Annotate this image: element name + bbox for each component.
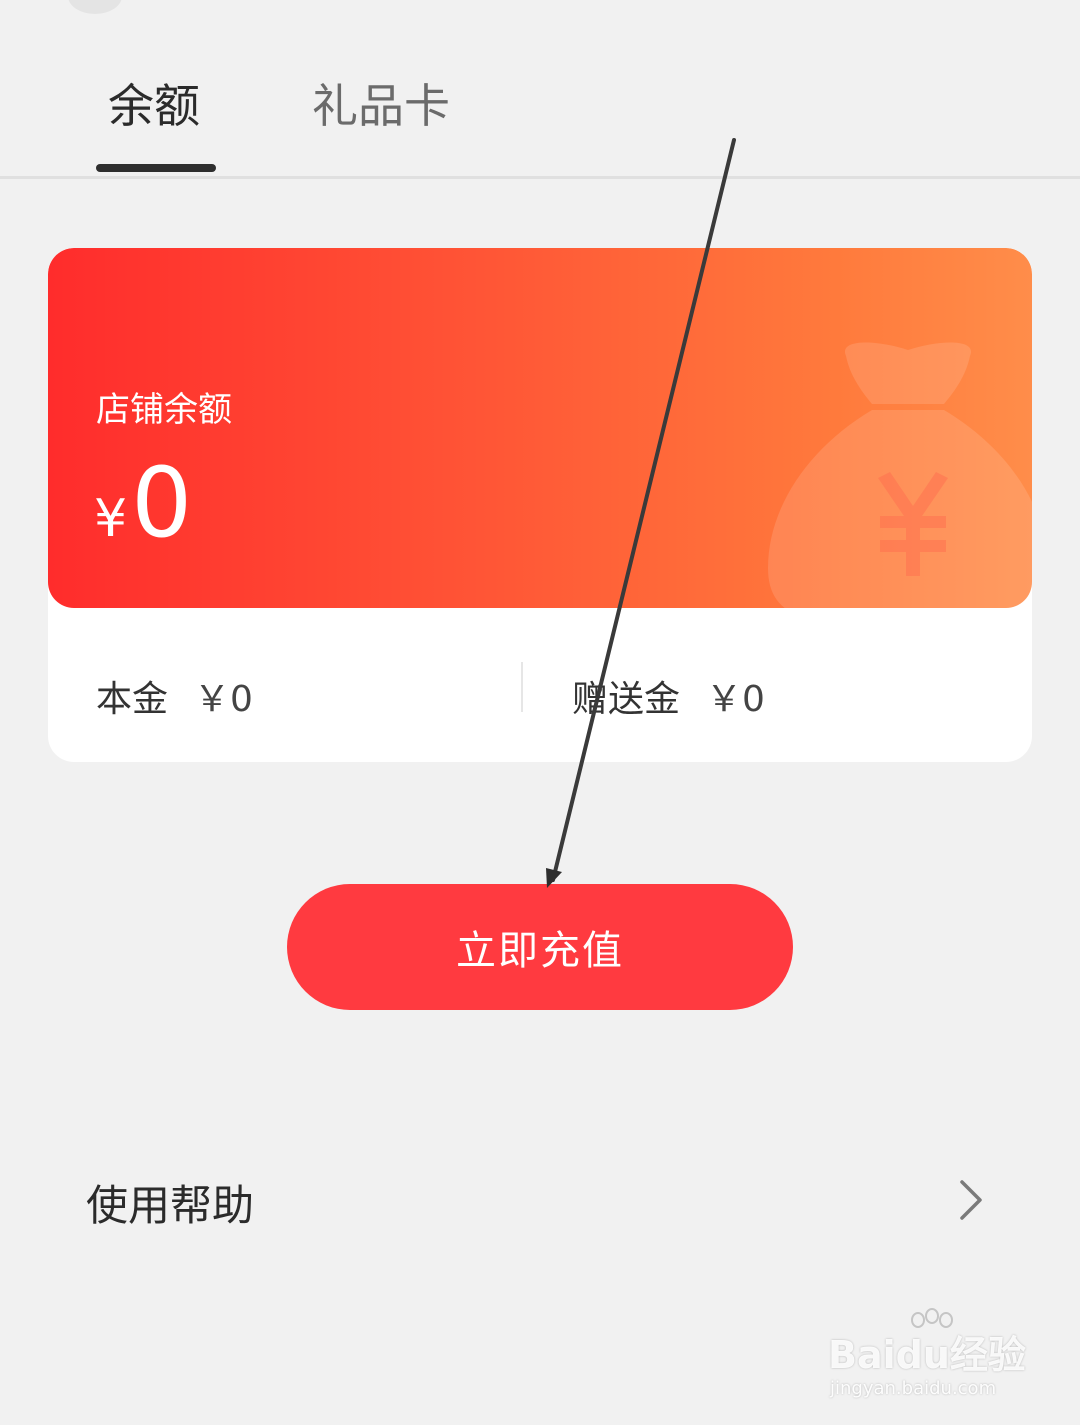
bonus-value: ￥0 (706, 679, 765, 720)
principal-label: 本金 (96, 679, 169, 720)
tab-bar: 余额 礼品卡 (0, 0, 1080, 179)
chevron-right-icon (960, 1180, 982, 1220)
bonus-label: 赠送金 (572, 679, 681, 720)
principal-stat: 本金 ￥0 (96, 670, 253, 722)
currency-symbol: ¥ (94, 489, 128, 549)
tab-gift-card[interactable]: 礼品卡 (312, 76, 450, 136)
help-label: 使用帮助 (86, 1181, 255, 1230)
store-balance-title: 店铺余额 (96, 390, 232, 430)
balance-card-header: 店铺余额 ¥0 (48, 248, 1032, 618)
help-row[interactable]: 使用帮助 (0, 1140, 1080, 1260)
balance-value: 0 (131, 447, 193, 559)
watermark-url: jingyan.baidu.com (830, 1378, 997, 1399)
principal-value: ￥0 (194, 679, 253, 720)
store-balance-amount: ¥0 (94, 448, 192, 558)
recharge-button[interactable]: 立即充值 (287, 884, 793, 1010)
stat-divider (521, 662, 523, 712)
bonus-stat: 赠送金 ￥0 (572, 670, 765, 722)
tab-balance[interactable]: 余额 (108, 76, 200, 136)
watermark-brand: Baidu经验 (828, 1333, 1026, 1377)
active-tab-indicator (96, 164, 216, 172)
balance-breakdown: 本金 ￥0 赠送金 ￥0 (48, 608, 1032, 762)
baidu-watermark: Baidu经验 jingyan.baidu.com (828, 1308, 1028, 1404)
money-bag-icon (768, 342, 1032, 618)
balance-card: 店铺余额 ¥0 本金 ￥0 赠送金 ￥0 (48, 248, 1032, 762)
